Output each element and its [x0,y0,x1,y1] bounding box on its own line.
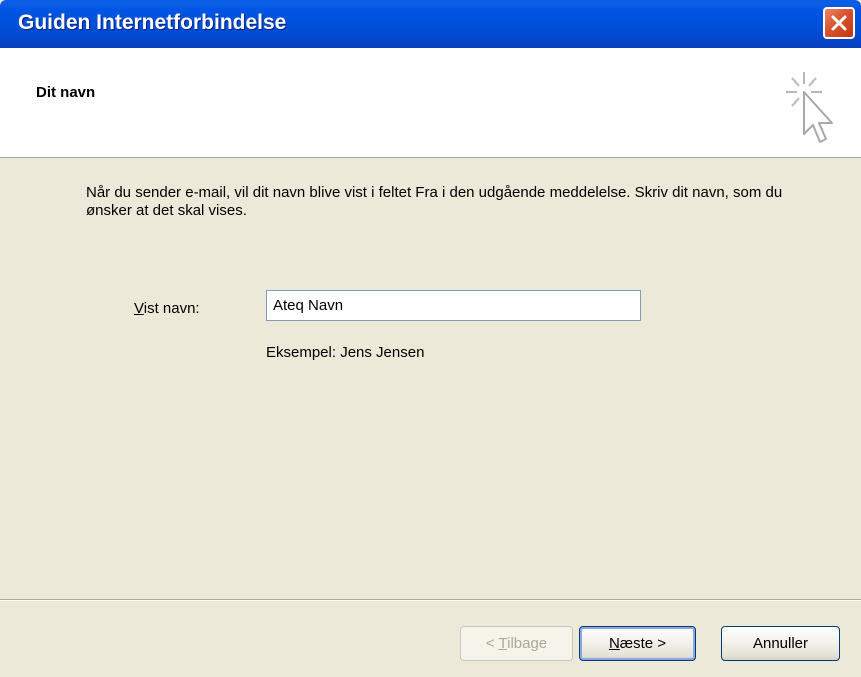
page-heading: Dit navn [36,84,96,101]
close-icon [831,15,847,31]
close-button[interactable] [823,7,855,39]
example-text: Eksempel: Jens Jensen [266,344,425,361]
back-button-rest: ilbage [507,635,548,652]
back-button-accel: T [498,635,508,652]
display-name-label-accel: V [134,300,144,317]
window-title: Guiden Internetforbindelse [18,11,287,34]
cancel-button[interactable]: Annuller [721,626,840,661]
back-button-prefix: < [485,635,499,652]
next-button[interactable]: Næste > [579,626,696,661]
display-name-input[interactable] [266,290,641,321]
title-bar[interactable]: Guiden Internetforbindelse [0,0,861,48]
wizard-window: Guiden Internetforbindelse Dit navn Når … [0,0,861,677]
wizard-header: Dit navn [0,48,861,158]
next-button-rest: æste > [619,635,667,652]
display-name-label-rest: ist navn: [143,300,200,317]
footer-divider [0,599,861,601]
wizard-cursor-icon [786,72,833,143]
next-button-accel: N [608,635,620,652]
back-button[interactable]: < Tilbage [460,626,573,661]
display-name-label: Vist navn: [134,300,200,317]
description-text: Når du sender e-mail, vil dit navn blive… [86,184,783,219]
